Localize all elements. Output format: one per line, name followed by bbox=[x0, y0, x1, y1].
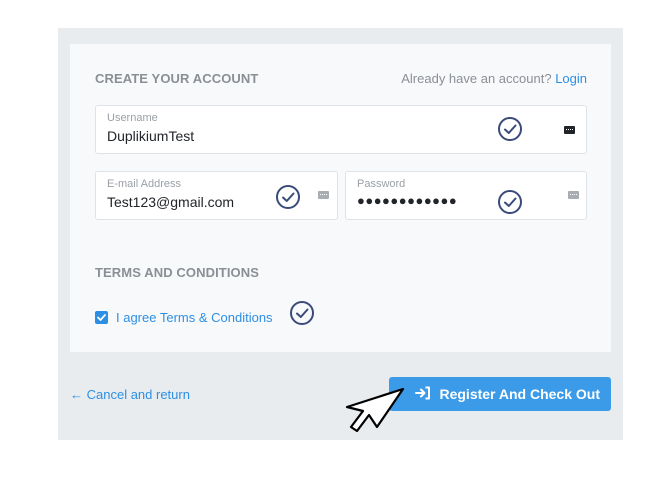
password-manager-key-icon[interactable] bbox=[564, 126, 575, 134]
password-manager-key-icon[interactable] bbox=[568, 191, 579, 199]
check-circle-icon bbox=[498, 190, 522, 214]
password-field[interactable]: Password ●●●●●●●●●●●● bbox=[345, 171, 587, 220]
register-button-label: Register And Check Out bbox=[439, 386, 600, 402]
terms-checkbox-row[interactable]: I agree Terms & Conditions bbox=[95, 308, 273, 326]
password-manager-key-icon[interactable] bbox=[318, 191, 329, 199]
email-input[interactable]: Test123@gmail.com bbox=[107, 194, 234, 210]
already-text: Already have an account? bbox=[401, 71, 552, 86]
login-link[interactable]: Login bbox=[555, 71, 587, 86]
email-field[interactable]: E-mail Address Test123@gmail.com bbox=[95, 171, 338, 220]
mouse-pointer-icon bbox=[345, 387, 405, 433]
check-circle-icon bbox=[498, 117, 522, 141]
sign-in-icon bbox=[415, 386, 431, 403]
username-input[interactable]: DuplikiumTest bbox=[107, 128, 194, 144]
password-input[interactable]: ●●●●●●●●●●●● bbox=[357, 193, 457, 208]
check-circle-icon bbox=[276, 185, 300, 209]
checkmark-icon bbox=[97, 313, 106, 321]
check-circle-icon bbox=[290, 301, 314, 325]
register-and-checkout-button[interactable]: Register And Check Out bbox=[389, 377, 611, 411]
cancel-and-return-link[interactable]: ← Cancel and return bbox=[70, 387, 190, 402]
username-label: Username bbox=[107, 112, 158, 124]
terms-checkbox[interactable] bbox=[95, 310, 108, 324]
password-label: Password bbox=[357, 178, 406, 190]
create-account-title: CREATE YOUR ACCOUNT bbox=[95, 71, 259, 86]
email-label: E-mail Address bbox=[107, 178, 181, 190]
terms-checkbox-label[interactable]: I agree Terms & Conditions bbox=[116, 310, 273, 325]
already-have-account: Already have an account? Login bbox=[401, 71, 587, 86]
terms-title: TERMS AND CONDITIONS bbox=[95, 265, 260, 280]
username-field[interactable]: Username DuplikiumTest bbox=[95, 105, 587, 154]
